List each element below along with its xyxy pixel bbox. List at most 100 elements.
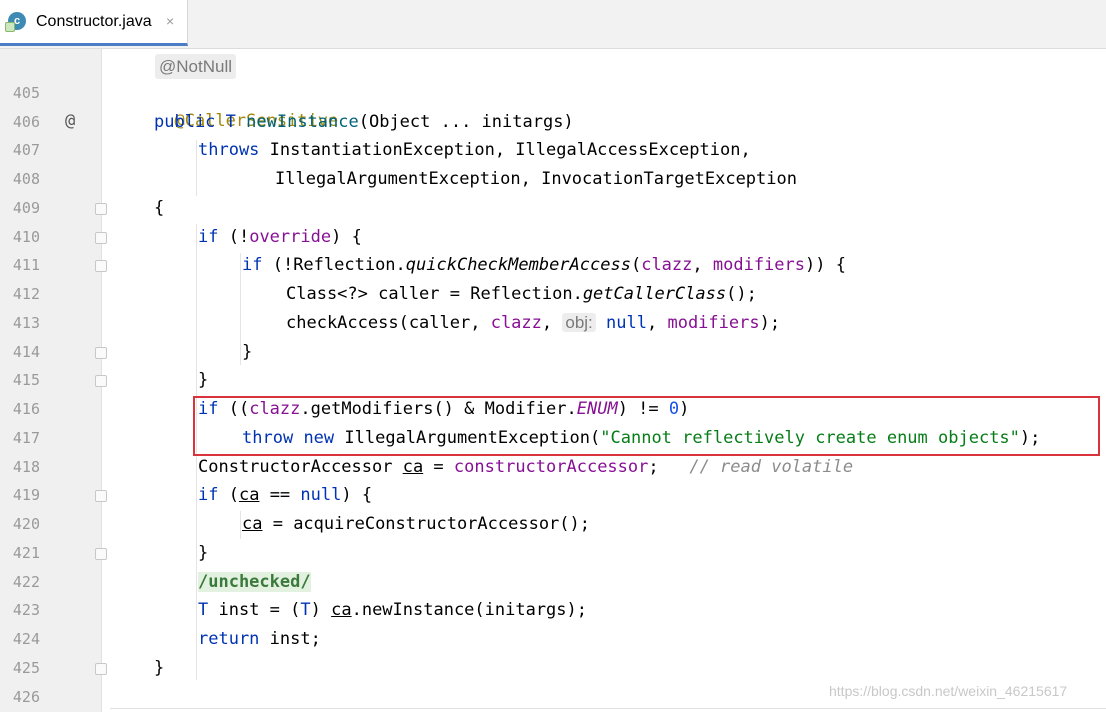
local-variable: ca bbox=[402, 457, 424, 477]
field: clazz bbox=[641, 255, 693, 275]
code-text: checkAccess(caller, bbox=[286, 313, 491, 333]
code-text: (Object ... initargs) bbox=[358, 112, 574, 132]
local-variable: ca bbox=[331, 600, 352, 620]
indent-guide bbox=[240, 511, 241, 539]
type-param: T bbox=[300, 600, 311, 620]
code-line-413: checkAccess(caller, clazz, obj: null, mo… bbox=[286, 309, 780, 337]
code-text: (!Reflection. bbox=[262, 255, 406, 275]
comment: // read volatile bbox=[689, 457, 854, 477]
code-text: InstantiationException, IllegalAccessExc… bbox=[259, 140, 751, 160]
line-number: 407 bbox=[12, 141, 40, 159]
fold-open-icon[interactable] bbox=[95, 232, 107, 244]
code-text: .newInstance(initargs); bbox=[351, 600, 587, 620]
watermark: https://blog.csdn.net/weixin_46215617 bbox=[829, 683, 1068, 699]
keyword: throws bbox=[198, 140, 260, 160]
code-text: } bbox=[198, 543, 209, 563]
code-text: { bbox=[154, 198, 165, 218]
static-method: quickCheckMemberAccess bbox=[405, 255, 631, 275]
code-line-412: Class<?> caller = Reflection.getCallerCl… bbox=[286, 280, 757, 308]
field: constructorAccessor bbox=[453, 457, 649, 477]
code-text: IllegalArgumentException, InvocationTarg… bbox=[275, 169, 797, 189]
line-number: 408 bbox=[12, 170, 40, 188]
fold-open-icon[interactable] bbox=[95, 203, 107, 215]
tab-constructor-java[interactable]: c Constructor.java × bbox=[0, 0, 188, 46]
code-text: == bbox=[259, 485, 301, 505]
code-line-406: public T newInstance(Object ... initargs… bbox=[154, 108, 574, 136]
editor-tab-bar: c Constructor.java × bbox=[0, 0, 1106, 49]
code-line-410: if (!override) { bbox=[198, 223, 362, 251]
code-line-421: } bbox=[198, 539, 208, 567]
field: modifiers bbox=[712, 255, 805, 275]
keyword: null bbox=[595, 313, 647, 333]
code-text: inst = ( bbox=[208, 600, 301, 620]
code-line-405: @CallerSensitive bbox=[154, 79, 338, 131]
code-text: = acquireConstructorAccessor(); bbox=[262, 514, 590, 534]
line-number: 406 bbox=[12, 113, 40, 131]
fold-close-icon[interactable] bbox=[95, 347, 107, 359]
line-number: 417 bbox=[12, 429, 40, 447]
line-number: 405 bbox=[12, 84, 40, 102]
line-number: 423 bbox=[12, 601, 40, 619]
keyword: if bbox=[198, 227, 219, 247]
code-text: inst; bbox=[259, 629, 321, 649]
code-text: ) bbox=[310, 600, 332, 620]
code-line-420: ca = acquireConstructorAccessor(); bbox=[242, 510, 590, 538]
code-line-422: /unchecked/ bbox=[198, 568, 311, 596]
static-method: getCallerClass bbox=[582, 284, 727, 304]
fold-open-icon[interactable] bbox=[95, 490, 107, 502]
line-number: 422 bbox=[12, 573, 40, 591]
line-number: 415 bbox=[12, 371, 40, 389]
code-line-407: throws InstantiationException, IllegalAc… bbox=[198, 136, 751, 164]
fold-close-icon[interactable] bbox=[95, 548, 107, 560]
line-number: 426 bbox=[12, 688, 40, 706]
method-name: newInstance bbox=[246, 112, 359, 132]
code-text: = bbox=[423, 457, 454, 477]
implements-marker-icon[interactable]: @ bbox=[65, 107, 75, 135]
local-variable: ca bbox=[242, 514, 263, 534]
code-line-419: if (ca == null) { bbox=[198, 481, 372, 509]
code-text: )) { bbox=[805, 255, 846, 275]
code-line-415: } bbox=[198, 366, 208, 394]
type-param: T bbox=[198, 600, 209, 620]
indent-guide bbox=[196, 140, 197, 196]
indent-guide bbox=[240, 253, 241, 365]
code-text: ); bbox=[759, 313, 781, 333]
keyword: if bbox=[198, 485, 219, 505]
fold-open-icon[interactable] bbox=[95, 260, 107, 272]
code-line-424: return inst; bbox=[198, 625, 321, 653]
code-line-411: if (!Reflection.quickCheckMemberAccess(c… bbox=[242, 251, 846, 279]
type-param: T bbox=[215, 112, 247, 132]
field: modifiers bbox=[667, 313, 760, 333]
fold-close-icon[interactable] bbox=[95, 375, 107, 387]
fold-close-icon[interactable] bbox=[95, 663, 107, 675]
line-number: 419 bbox=[12, 486, 40, 504]
local-variable: ca bbox=[238, 485, 260, 505]
code-text: Class<?> caller = Reflection. bbox=[286, 284, 583, 304]
code-line-409: { bbox=[154, 194, 164, 222]
keyword: public bbox=[154, 112, 216, 132]
keyword: return bbox=[198, 629, 260, 649]
line-number: 411 bbox=[12, 256, 40, 274]
code-text: (); bbox=[726, 284, 757, 304]
line-number: 420 bbox=[12, 515, 40, 533]
close-icon[interactable]: × bbox=[166, 13, 174, 29]
folded-comment[interactable]: /unchecked/ bbox=[198, 572, 311, 592]
line-number: 418 bbox=[12, 458, 40, 476]
code-line-425: } bbox=[154, 654, 164, 682]
line-number: 413 bbox=[12, 314, 40, 332]
line-number: 421 bbox=[12, 544, 40, 562]
code-line-414: } bbox=[242, 338, 252, 366]
keyword: null bbox=[300, 485, 342, 505]
code-text: , bbox=[541, 313, 563, 333]
code-text: , bbox=[646, 313, 668, 333]
parameter-hint: obj: bbox=[562, 313, 596, 332]
tab-label: Constructor.java bbox=[36, 13, 152, 30]
line-number: 414 bbox=[12, 343, 40, 361]
code-line-423: T inst = (T) ca.newInstance(initargs); bbox=[198, 596, 587, 624]
code-text: ) { bbox=[341, 485, 373, 505]
code-text: , bbox=[692, 255, 713, 275]
code-line-408: IllegalArgumentException, InvocationTarg… bbox=[275, 165, 797, 193]
annotation-inlay-hint: @NotNull bbox=[155, 54, 236, 79]
code-text: ; bbox=[648, 457, 690, 477]
line-number: 416 bbox=[12, 400, 40, 418]
